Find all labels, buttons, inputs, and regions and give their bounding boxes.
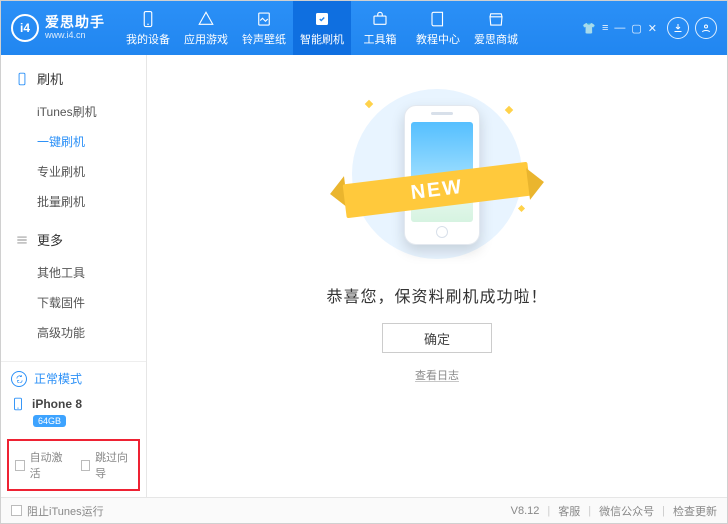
auto-activate-checkbox[interactable]: 自动激活	[15, 449, 67, 481]
nav-label: 爱思商城	[474, 31, 518, 47]
nav-label: 我的设备	[126, 31, 170, 47]
nav-toolbox[interactable]: 工具箱	[351, 1, 409, 55]
nav-label: 教程中心	[416, 31, 460, 47]
phone-icon	[139, 10, 157, 28]
logo[interactable]: i4 爱思助手 www.i4.cn	[1, 14, 119, 42]
highlighted-options: 自动激活 跳过向导	[7, 439, 140, 491]
logo-title: 爱思助手	[45, 15, 105, 30]
storage-badge: 64GB	[33, 415, 66, 427]
checkbox-label: 跳过向导	[95, 449, 132, 481]
new-ribbon: NEW	[332, 167, 542, 217]
wallpaper-icon	[255, 10, 273, 28]
sidebar-group-flash[interactable]: 刷机	[1, 55, 146, 96]
refresh-icon	[11, 371, 27, 387]
sidebar-item-itunes-flash[interactable]: iTunes刷机	[37, 96, 146, 126]
sidebar-group-more[interactable]: 更多	[1, 216, 146, 257]
phone-small-icon	[11, 395, 25, 413]
window-controls: 👕 ≡ — ▢ ✕	[582, 22, 657, 35]
nav-label: 铃声壁纸	[242, 31, 286, 47]
header: i4 爱思助手 www.i4.cn 我的设备 应用游戏 铃声壁纸 智能刷机	[1, 1, 727, 55]
nav-tutorials[interactable]: 教程中心	[409, 1, 467, 55]
close-icon[interactable]: ✕	[648, 22, 657, 35]
nav-label: 工具箱	[364, 31, 397, 47]
maximize-icon[interactable]: ▢	[631, 22, 641, 35]
checkbox-icon	[81, 460, 91, 471]
checkbox-label: 自动激活	[30, 449, 67, 481]
device-mode[interactable]: 正常模式	[11, 370, 136, 387]
separator: |	[588, 505, 591, 517]
sidebar-item-oneclick-flash[interactable]: 一键刷机	[37, 126, 146, 156]
more-icon	[15, 233, 29, 247]
footer-link-update[interactable]: 检查更新	[673, 503, 717, 519]
top-nav: 我的设备 应用游戏 铃声壁纸 智能刷机 工具箱 教程中心	[119, 1, 525, 55]
nav-label: 应用游戏	[184, 31, 228, 47]
download-button[interactable]	[667, 17, 689, 39]
view-log-link[interactable]: 查看日志	[415, 367, 459, 383]
sidebar-item-advanced[interactable]: 高级功能	[37, 317, 146, 347]
sidebar: 刷机 iTunes刷机 一键刷机 专业刷机 批量刷机 更多 其他工具 下载固件 …	[1, 55, 147, 497]
connected-device[interactable]: iPhone 8	[11, 395, 136, 413]
tshirt-icon[interactable]: 👕	[582, 22, 596, 35]
device-name: iPhone 8	[32, 397, 82, 411]
footer: 阻止iTunes运行 V8.12 | 客服 | 微信公众号 | 检查更新	[1, 497, 727, 523]
block-itunes-checkbox[interactable]: 阻止iTunes运行	[11, 503, 104, 519]
device-icon	[15, 72, 29, 86]
nav-flash[interactable]: 智能刷机	[293, 1, 351, 55]
separator: |	[662, 505, 665, 517]
minimize-icon[interactable]: —	[614, 22, 625, 35]
nav-ringtones[interactable]: 铃声壁纸	[235, 1, 293, 55]
sidebar-group-title: 更多	[37, 230, 63, 249]
mode-label: 正常模式	[34, 370, 82, 387]
main-content: NEW 恭喜您，保资料刷机成功啦！ 确定 查看日志	[147, 55, 727, 497]
nav-mall[interactable]: 爱思商城	[467, 1, 525, 55]
logo-mark: i4	[11, 14, 39, 42]
logo-text: 爱思助手 www.i4.cn	[45, 15, 105, 40]
menu-icon[interactable]: ≡	[602, 22, 608, 35]
sidebar-item-download-fw[interactable]: 下载固件	[37, 287, 146, 317]
flash-icon	[313, 10, 331, 28]
apps-icon	[197, 10, 215, 28]
checkbox-icon	[11, 505, 22, 516]
footer-link-wechat[interactable]: 微信公众号	[599, 503, 654, 519]
logo-subtitle: www.i4.cn	[45, 31, 105, 41]
success-illustration: NEW	[332, 89, 542, 259]
nav-apps[interactable]: 应用游戏	[177, 1, 235, 55]
store-icon	[487, 10, 505, 28]
checkbox-icon	[15, 460, 25, 471]
header-right: 👕 ≡ — ▢ ✕	[582, 17, 727, 39]
ok-button[interactable]: 确定	[382, 323, 492, 353]
toolbox-icon	[371, 10, 389, 28]
account-button[interactable]	[695, 17, 717, 39]
checkbox-label: 阻止iTunes运行	[27, 503, 104, 519]
nav-label: 智能刷机	[300, 31, 344, 47]
nav-my-device[interactable]: 我的设备	[119, 1, 177, 55]
skip-guide-checkbox[interactable]: 跳过向导	[81, 449, 133, 481]
version-label: V8.12	[511, 505, 540, 517]
sidebar-group-title: 刷机	[37, 69, 63, 88]
sidebar-item-pro-flash[interactable]: 专业刷机	[37, 156, 146, 186]
sidebar-item-batch-flash[interactable]: 批量刷机	[37, 186, 146, 216]
sidebar-item-other-tools[interactable]: 其他工具	[37, 257, 146, 287]
separator: |	[547, 505, 550, 517]
footer-link-support[interactable]: 客服	[558, 503, 580, 519]
success-message: 恭喜您，保资料刷机成功啦！	[326, 283, 547, 307]
book-icon	[429, 10, 447, 28]
ribbon-text: NEW	[343, 162, 532, 218]
